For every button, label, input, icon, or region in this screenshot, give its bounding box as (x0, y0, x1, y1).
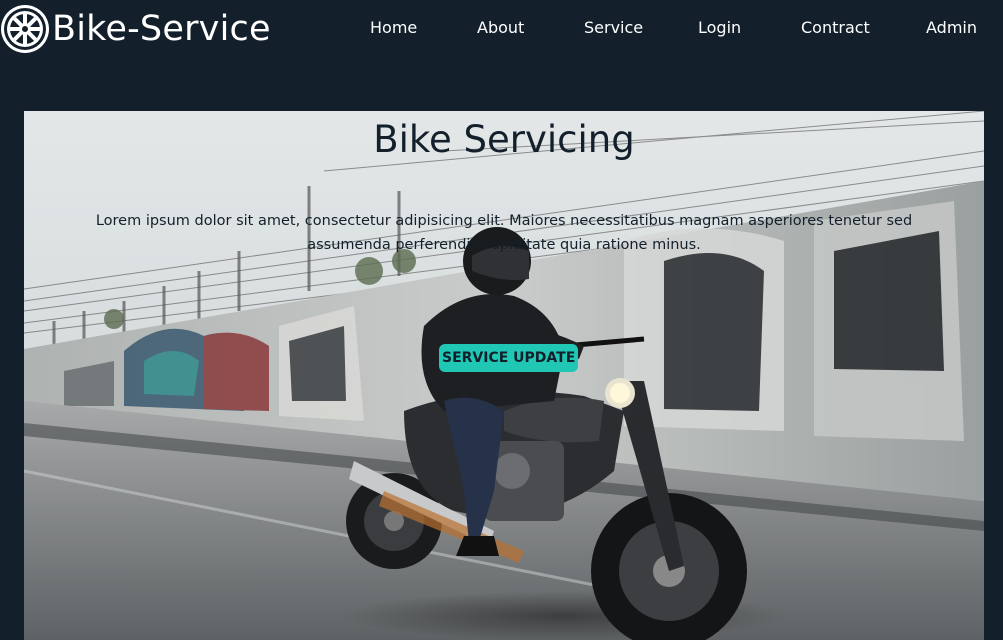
hero-section: Bike Servicing Lorem ipsum dolor sit ame… (24, 111, 984, 640)
nav-link-login[interactable]: Login (698, 18, 741, 37)
service-update-button[interactable]: SERVICE UPDATE (439, 344, 579, 372)
brand-name: Bike-Service (52, 8, 271, 49)
nav-link-admin[interactable]: Admin (926, 18, 977, 37)
hero-title: Bike Servicing (373, 118, 635, 161)
navbar: Bike-Service Home About Service Login Co… (0, 0, 1003, 58)
gear-wheel-icon (1, 5, 49, 53)
logo[interactable]: Bike-Service (0, 3, 271, 55)
hero-background-image (24, 111, 984, 640)
nav-link-about[interactable]: About (477, 18, 524, 37)
nav-link-contract[interactable]: Contract (801, 18, 870, 37)
hero-description: Lorem ipsum dolor sit amet, consectetur … (95, 213, 913, 253)
nav-link-service[interactable]: Service (584, 18, 643, 37)
nav-link-home[interactable]: Home (370, 18, 417, 37)
